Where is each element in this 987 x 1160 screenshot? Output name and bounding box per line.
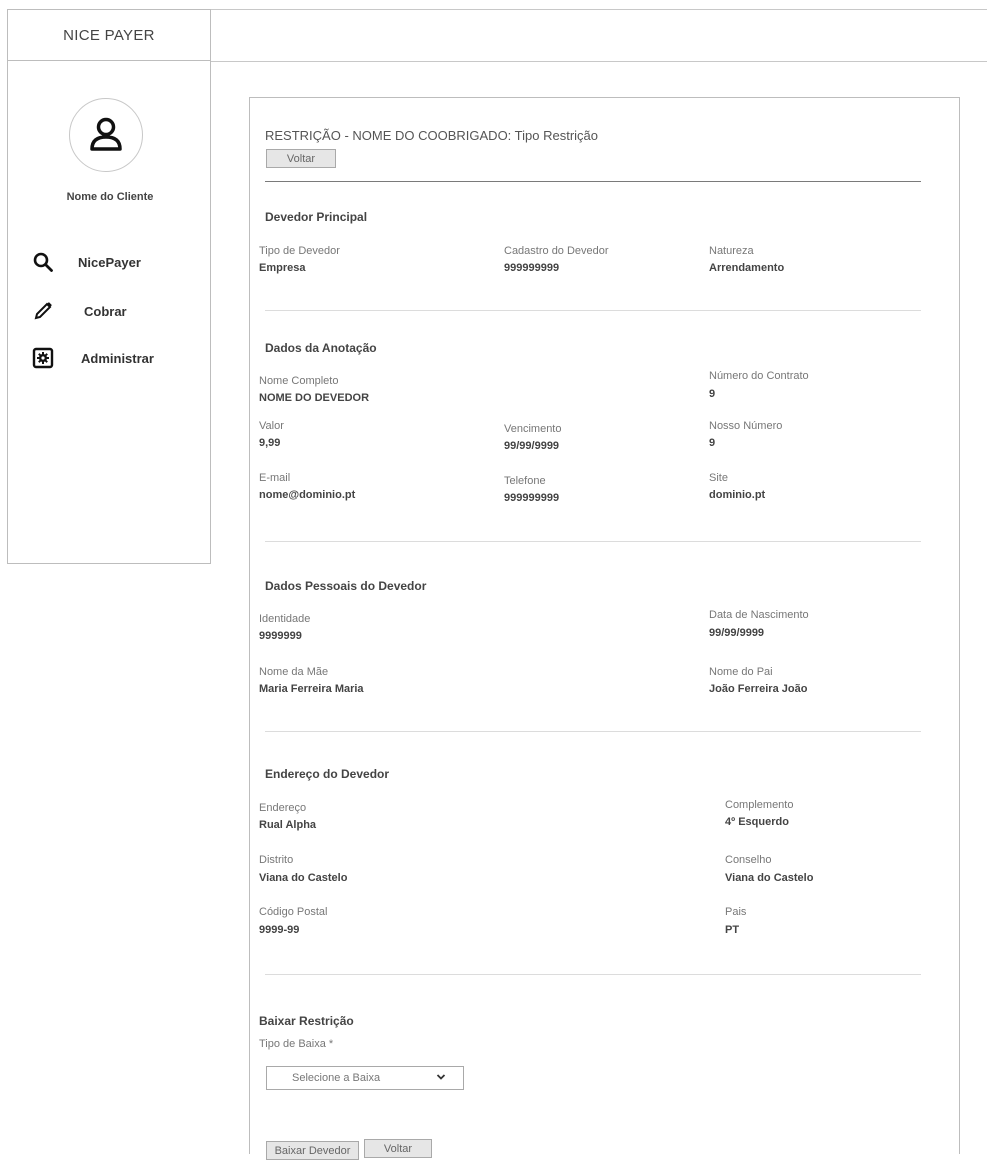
sidebar-item-label: Administrar	[81, 350, 154, 366]
field-label: Data de Nascimento	[709, 609, 809, 621]
sidebar-item-administrar[interactable]: Administrar	[8, 343, 212, 373]
divider	[265, 181, 921, 182]
back-button[interactable]: Voltar	[266, 149, 336, 168]
field-value: nome@dominio.pt	[259, 489, 356, 501]
field-value: 9999999	[259, 630, 302, 642]
field-value: Rual Alpha	[259, 819, 317, 831]
tipo-baixa-select[interactable]: Selecione a Baixa	[266, 1066, 464, 1090]
field-label: Natureza	[709, 245, 754, 257]
field-value: 99/99/9999	[709, 627, 765, 639]
field-value: 9	[709, 388, 716, 400]
field-value: 999999999	[504, 262, 560, 274]
field-label: Site	[709, 472, 728, 484]
sidebar-item-label: Cobrar	[84, 303, 127, 319]
field-label: Nome da Mãe	[259, 666, 329, 678]
section-title-endereco: Endereço do Devedor	[265, 767, 390, 781]
section-title-devedor-principal: Devedor Principal	[265, 210, 368, 224]
field-label: Telefone	[504, 475, 546, 487]
pencil-icon	[32, 300, 54, 322]
section-title-pessoais: Dados Pessoais do Devedor	[265, 579, 427, 593]
main-panel: RESTRIÇÃO - NOME DO COOBRIGADO: Tipo Res…	[249, 97, 960, 1160]
field-value: 999999999	[504, 492, 560, 504]
field-value: Maria Ferreira Maria	[259, 683, 364, 695]
divider	[265, 731, 921, 732]
field-value: Arrendamento	[709, 262, 785, 274]
field-label: Número do Contrato	[709, 370, 809, 382]
top-bar	[211, 9, 987, 62]
gear-box-icon	[32, 347, 54, 369]
field-value: dominio.pt	[709, 489, 766, 501]
field-value: PT	[725, 924, 740, 936]
sidebar-item-cobrar[interactable]: Cobrar	[8, 296, 212, 326]
field-label: Complemento	[725, 799, 794, 811]
section-title-baixar: Baixar Restrição	[259, 1014, 354, 1028]
field-label: Conselho	[725, 854, 772, 866]
avatar[interactable]	[69, 98, 143, 172]
divider	[265, 310, 921, 311]
tipo-baixa-label: Tipo de Baixa *	[259, 1038, 334, 1050]
field-label: Pais	[725, 906, 747, 918]
field-label: Distrito	[259, 854, 294, 866]
field-value: Empresa	[259, 262, 306, 274]
field-value: NOME DO DEVEDOR	[259, 392, 370, 404]
field-value: 9	[709, 437, 716, 449]
field-value: Viana do Castelo	[725, 872, 814, 884]
divider	[265, 541, 921, 542]
baixar-devedor-button[interactable]: Baixar Devedor	[266, 1141, 359, 1160]
select-placeholder: Selecione a Baixa	[292, 1072, 381, 1084]
field-value: 9,99	[259, 437, 281, 449]
field-label: Endereço	[259, 802, 307, 814]
back-button-bottom[interactable]: Voltar	[364, 1139, 432, 1158]
sidebar-item-nicepayer[interactable]: NicePayer	[8, 247, 212, 277]
field-value: João Ferreira João	[709, 683, 808, 695]
field-label: Identidade	[259, 613, 311, 625]
field-value: Viana do Castelo	[259, 872, 348, 884]
field-label: Vencimento	[504, 423, 562, 435]
field-label: Valor	[259, 420, 284, 432]
section-title-anotacao: Dados da Anotação	[265, 341, 377, 355]
field-value: 9999-99	[259, 924, 300, 936]
field-label: Cadastro do Devedor	[504, 245, 609, 257]
field-label: Tipo de Devedor	[259, 245, 340, 257]
divider	[265, 974, 921, 975]
search-icon	[32, 251, 54, 273]
field-value: 4º Esquerdo	[725, 816, 789, 828]
brand-logo: NICE PAYER	[7, 9, 211, 61]
client-name: Nome do Cliente	[66, 191, 154, 203]
field-label: Código Postal	[259, 906, 328, 918]
field-label: E-mail	[259, 472, 291, 484]
field-label: Nome do Pai	[709, 666, 773, 678]
field-label: Nome Completo	[259, 375, 339, 387]
sidebar-item-label: NicePayer	[78, 254, 141, 270]
brand-name: NICE PAYER	[63, 26, 155, 44]
field-label: Nosso Número	[709, 420, 783, 432]
page-title: RESTRIÇÃO - NOME DO COOBRIGADO: Tipo Res…	[265, 128, 598, 143]
chevron-down-icon	[436, 1070, 446, 1087]
field-value: 99/99/9999	[504, 440, 560, 452]
sidebar: Nome do Cliente NicePayer Cobrar Adminis…	[7, 61, 211, 564]
user-icon	[90, 117, 122, 151]
